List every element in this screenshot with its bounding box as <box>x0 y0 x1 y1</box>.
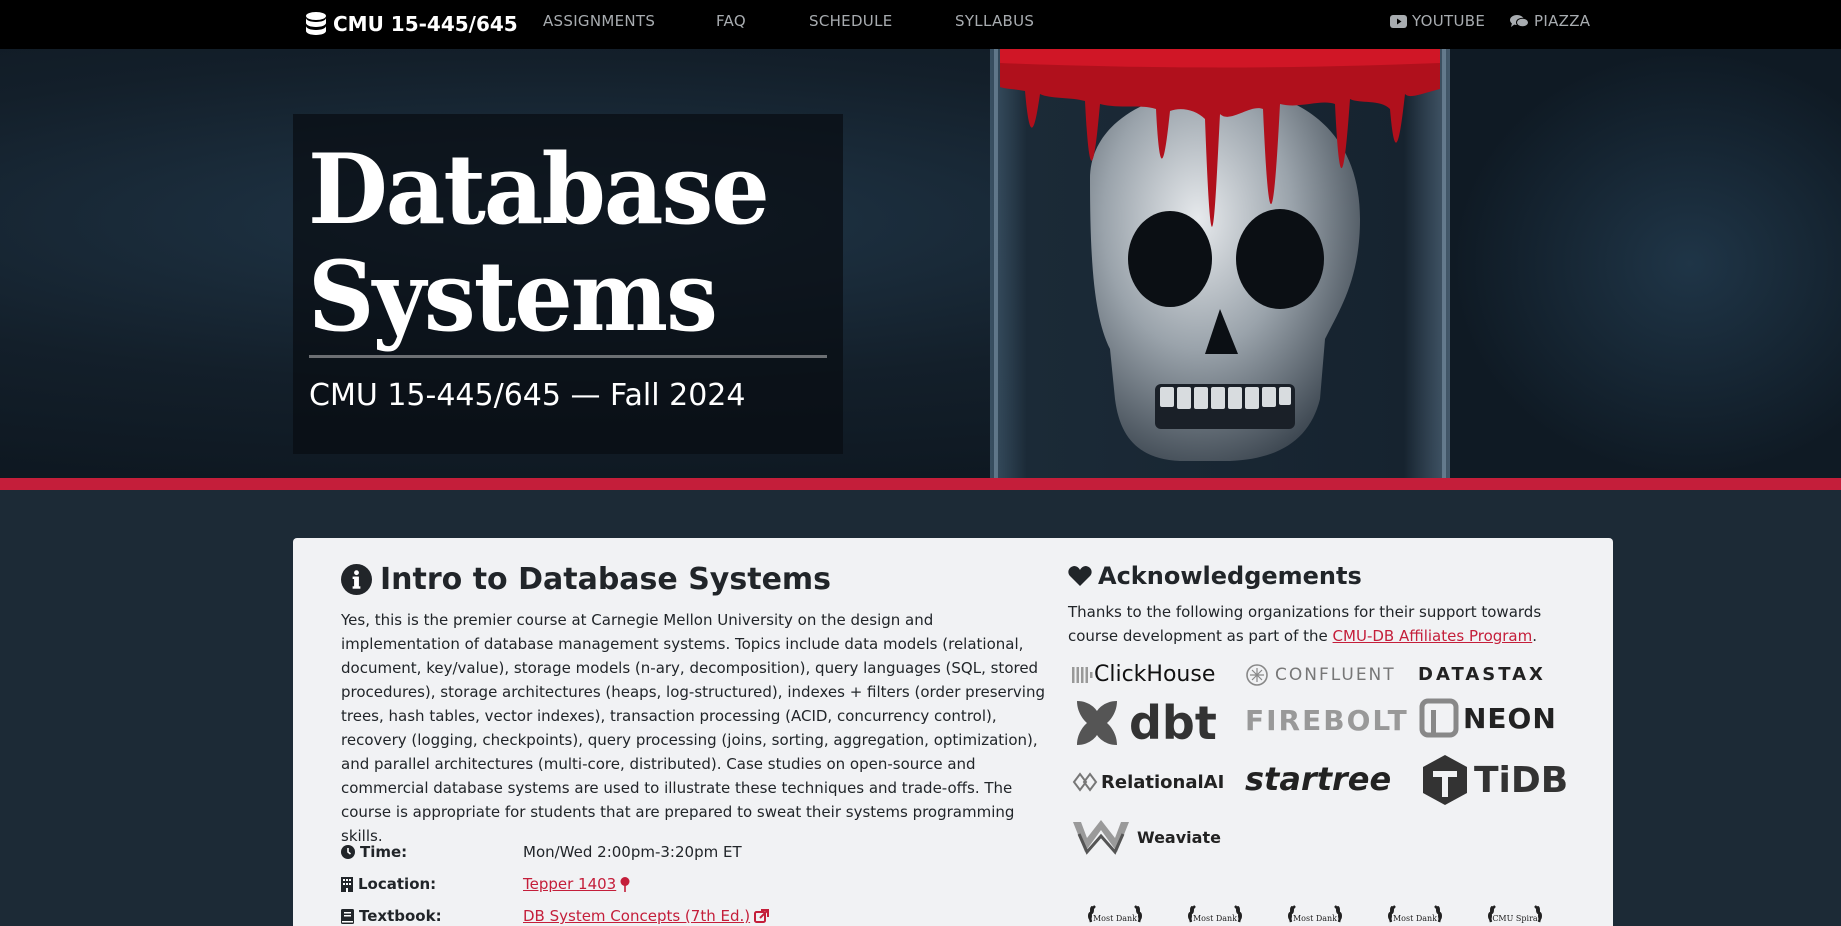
laurel-icon <box>1188 905 1242 923</box>
time-row: Time: Mon/Wed 2:00pm-3:20pm ET <box>341 843 742 861</box>
acknowledgements-text: Thanks to the following organizations fo… <box>1068 600 1578 648</box>
award-4: Most Dank <box>1370 904 1460 926</box>
clickhouse-logo-icon <box>1072 666 1093 683</box>
info-circle-icon <box>341 564 372 595</box>
brand-link[interactable]: CMU 15-445/645 <box>304 9 518 39</box>
nav-assignments[interactable]: ASSIGNMENTS <box>543 0 655 42</box>
sponsor-clickhouse-text: ClickHouse <box>1094 662 1216 687</box>
sponsor-confluent[interactable]: CONFLUENT <box>1245 663 1396 687</box>
location-link[interactable]: Tepper 1403 <box>523 875 630 893</box>
time-label: Time: <box>341 843 523 861</box>
neon-logo-icon <box>1419 698 1459 738</box>
textbook-row: Textbook: DB System Concepts (7th Ed.) <box>341 907 770 925</box>
acknowledgements-heading: Acknowledgements <box>1068 562 1362 590</box>
main-card: Intro to Database Systems Yes, this is t… <box>293 538 1613 926</box>
heart-icon <box>1068 566 1092 586</box>
sponsor-firebolt[interactable]: FIREBOLT <box>1245 704 1409 737</box>
brand-label: CMU 15-445/645 <box>333 12 518 36</box>
location-row: Location: Tepper 1403 <box>341 875 630 893</box>
time-value: Mon/Wed 2:00pm-3:20pm ET <box>523 843 742 861</box>
award-1: Most Dank <box>1070 904 1160 926</box>
acknowledgements-heading-text: Acknowledgements <box>1098 562 1362 590</box>
laurel-icon <box>1288 905 1342 923</box>
nav-piazza[interactable]: PIAZZA <box>1510 0 1590 42</box>
sponsor-startree[interactable]: startree <box>1245 760 1391 798</box>
sponsor-neon-text: NEON <box>1463 701 1557 735</box>
top-navbar: CMU 15-445/645 ASSIGNMENTS FAQ SCHEDULE … <box>0 0 1841 49</box>
sponsor-tidb[interactable]: TiDB <box>1421 754 1568 806</box>
sponsor-relationalai-text: RelationalAI <box>1101 771 1225 793</box>
hero-title-line2: Systems <box>308 239 718 354</box>
sponsor-clickhouse[interactable]: ClickHouse <box>1072 662 1215 687</box>
laurel-icon <box>1488 905 1542 923</box>
sponsor-dbt[interactable]: dbt <box>1071 696 1217 750</box>
textbook-link-text: DB System Concepts (7th Ed.) <box>523 907 751 925</box>
textbook-link[interactable]: DB System Concepts (7th Ed.) <box>523 907 770 925</box>
textbook-label-text: Textbook: <box>359 907 442 925</box>
location-link-text: Tepper 1403 <box>523 875 617 893</box>
laurel-icon <box>1388 905 1442 923</box>
hero-title: Database Systems <box>308 136 828 350</box>
sponsor-relationalai[interactable]: RelationalAI <box>1072 771 1224 793</box>
nav-syllabus[interactable]: SYLLABUS <box>955 0 1034 42</box>
sponsor-weaviate[interactable]: Weaviate <box>1071 818 1221 856</box>
hero-title-line1: Database <box>308 132 770 247</box>
hero-subtitle: CMU 15-445/645 — Fall 2024 <box>309 378 746 413</box>
time-label-text: Time: <box>360 843 408 861</box>
map-pin-icon <box>620 876 630 892</box>
sponsor-datastax[interactable]: DATASTAX <box>1418 664 1546 685</box>
tidb-logo-icon <box>1423 755 1467 805</box>
nav-schedule[interactable]: SCHEDULE <box>809 0 893 42</box>
intro-description: Yes, this is the premier course at Carne… <box>341 611 1046 845</box>
comments-icon <box>1510 14 1529 27</box>
external-link-icon <box>754 908 770 923</box>
acknowledgements-text-after: . <box>1532 627 1538 645</box>
sponsor-confluent-text: CONFLUENT <box>1275 665 1396 685</box>
sponsor-neon[interactable]: NEON <box>1419 698 1557 738</box>
hero-title-box: Database Systems CMU 15-445/645 — Fall 2… <box>293 114 843 454</box>
location-label-text: Location: <box>358 875 437 893</box>
book-icon <box>341 908 354 924</box>
nav-faq[interactable]: FAQ <box>716 0 746 42</box>
weaviate-logo-icon <box>1073 820 1129 855</box>
clock-icon <box>341 845 355 859</box>
award-5: CMU Spira <box>1470 904 1560 926</box>
intro-heading-text: Intro to Database Systems <box>380 562 832 597</box>
building-icon <box>341 876 353 892</box>
sponsor-tidb-text: TiDB <box>1474 759 1569 801</box>
award-3: Most Dank <box>1270 904 1360 926</box>
award-2: Most Dank <box>1170 904 1260 926</box>
hero-background-glow <box>1450 49 1841 478</box>
youtube-icon <box>1390 14 1407 28</box>
hero-divider <box>309 355 827 358</box>
affiliates-program-link[interactable]: CMU-DB Affiliates Program <box>1333 627 1533 645</box>
confluent-logo-icon <box>1246 664 1268 686</box>
intro-heading: Intro to Database Systems <box>341 562 831 597</box>
sponsor-startree-text: startree <box>1245 760 1392 798</box>
relationalai-logo-icon <box>1072 772 1098 792</box>
sponsor-datastax-text: DATASTAX <box>1418 664 1546 685</box>
sponsor-dbt-text: dbt <box>1129 696 1217 750</box>
hero-red-stripe <box>0 478 1841 490</box>
database-icon <box>306 12 326 35</box>
hero-banner: Database Systems CMU 15-445/645 — Fall 2… <box>0 49 1841 478</box>
dbt-logo-icon <box>1077 701 1117 745</box>
skull-jar-illustration <box>990 49 1450 478</box>
piazza-label: PIAZZA <box>1534 12 1591 30</box>
location-label: Location: <box>341 875 523 893</box>
sponsor-firebolt-text: FIREBOLT <box>1245 704 1409 737</box>
laurel-icon <box>1088 905 1142 923</box>
sponsor-weaviate-text: Weaviate <box>1137 827 1221 847</box>
textbook-label: Textbook: <box>341 907 523 925</box>
nav-youtube[interactable]: YOUTUBE <box>1390 0 1485 42</box>
youtube-label: YOUTUBE <box>1412 12 1486 30</box>
